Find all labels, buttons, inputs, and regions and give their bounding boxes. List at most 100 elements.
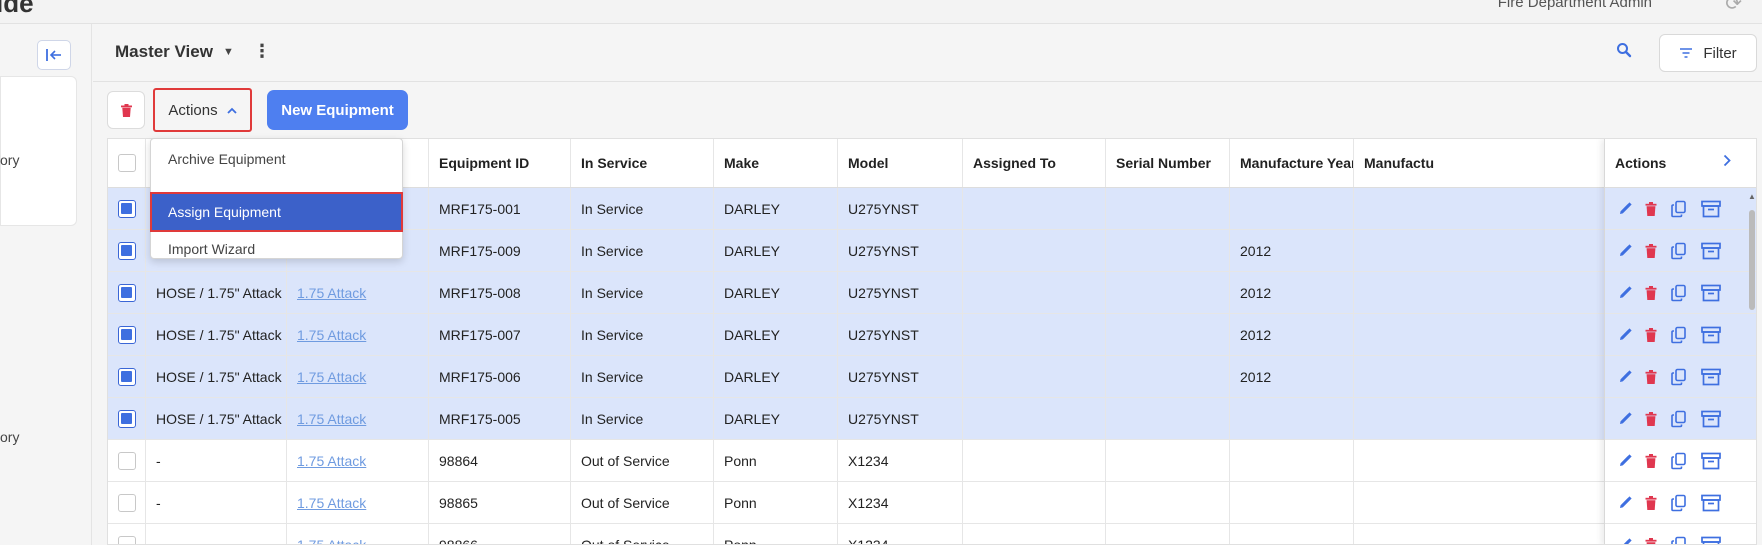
sidebar-item-label[interactable]: ory xyxy=(0,429,19,445)
copy-icon[interactable] xyxy=(1670,326,1688,344)
delete-icon[interactable] xyxy=(1645,369,1657,384)
filter-button[interactable]: Filter xyxy=(1659,34,1757,72)
edit-icon[interactable] xyxy=(1618,369,1632,384)
delete-icon[interactable] xyxy=(1645,453,1657,468)
table-cell[interactable]: 1.75 Attack xyxy=(286,314,428,355)
table-cell[interactable]: 1.75 Attack xyxy=(286,524,428,545)
row-checkbox[interactable] xyxy=(117,409,136,428)
view-title[interactable]: Master View xyxy=(115,42,213,62)
row-select-cell[interactable] xyxy=(108,524,145,544)
column-header[interactable]: Assigned To xyxy=(962,139,1105,187)
row-checkbox[interactable] xyxy=(117,241,136,260)
column-header[interactable]: Make xyxy=(713,139,837,187)
edit-icon[interactable] xyxy=(1618,537,1632,544)
column-header[interactable]: Manufactu xyxy=(1353,139,1604,187)
archive-icon[interactable] xyxy=(1701,326,1721,344)
archive-icon[interactable] xyxy=(1701,242,1721,260)
chevron-right-icon[interactable] xyxy=(1723,154,1731,170)
table-row[interactable]: - 1.75 Attack 98865 Out of Service Ponn X1234 xyxy=(108,482,1756,524)
column-header[interactable]: Equipment ID xyxy=(428,139,570,187)
archive-icon[interactable] xyxy=(1701,284,1721,302)
row-checkbox[interactable] xyxy=(117,325,136,344)
delete-icon[interactable] xyxy=(1645,327,1657,342)
equipment-name-link[interactable]: 1.75 Attack xyxy=(297,537,366,545)
archive-icon[interactable] xyxy=(1701,410,1721,428)
sync-icon[interactable]: ⟳ xyxy=(1725,0,1742,16)
dropdown-item-archive-equipment[interactable]: Archive Equipment xyxy=(151,141,402,177)
equipment-name-link[interactable]: 1.75 Attack xyxy=(297,453,366,469)
delete-icon[interactable] xyxy=(1645,411,1657,426)
equipment-name-link[interactable]: 1.75 Attack xyxy=(297,285,366,301)
copy-icon[interactable] xyxy=(1670,284,1688,302)
row-checkbox[interactable] xyxy=(117,367,136,386)
vertical-scrollbar[interactable]: ▲ xyxy=(1746,188,1756,544)
edit-icon[interactable] xyxy=(1618,453,1632,468)
new-equipment-button[interactable]: New Equipment xyxy=(267,90,408,130)
dropdown-item-assign-equipment[interactable]: Assign Equipment xyxy=(150,192,403,232)
table-row[interactable]: HOSE / 1.75" Attack 1.75 Attack MRF175-008… xyxy=(108,272,1756,314)
view-more-options-icon[interactable]: ⋮ xyxy=(253,42,271,60)
collapse-sidebar-button[interactable] xyxy=(37,40,71,70)
table-cell[interactable]: 1.75 Attack xyxy=(286,482,428,523)
copy-icon[interactable] xyxy=(1670,494,1688,512)
table-row[interactable]: HOSE / 1.75" Attack 1.75 Attack MRF175-005… xyxy=(108,398,1756,440)
equipment-name-link[interactable]: 1.75 Attack xyxy=(297,495,366,511)
archive-icon[interactable] xyxy=(1701,494,1721,512)
delete-icon[interactable] xyxy=(1645,495,1657,510)
row-select-cell[interactable] xyxy=(108,356,145,397)
row-checkbox[interactable] xyxy=(117,283,136,302)
column-header[interactable]: Serial Number xyxy=(1105,139,1229,187)
sidebar-item-label[interactable]: ory xyxy=(0,152,19,168)
table-cell[interactable]: 1.75 Attack xyxy=(286,440,428,481)
select-all-checkbox[interactable] xyxy=(117,154,136,172)
archive-icon[interactable] xyxy=(1701,536,1721,544)
column-header[interactable]: Manufacture Year xyxy=(1229,139,1353,187)
delete-icon[interactable] xyxy=(1645,537,1657,544)
row-select-cell[interactable] xyxy=(108,440,145,481)
column-header[interactable]: In Service xyxy=(570,139,713,187)
row-select-cell[interactable] xyxy=(108,188,145,229)
table-row[interactable]: - 1.75 Attack 98864 Out of Service Ponn X1234 xyxy=(108,440,1756,482)
table-row[interactable]: HOSE / 1.75" Attack 1.75 Attack MRF175-006… xyxy=(108,356,1756,398)
delete-icon[interactable] xyxy=(1645,243,1657,258)
archive-icon[interactable] xyxy=(1701,452,1721,470)
row-checkbox[interactable] xyxy=(117,451,136,470)
scroll-up-arrow-icon[interactable]: ▲ xyxy=(1748,192,1756,201)
search-icon[interactable] xyxy=(1616,42,1632,63)
copy-icon[interactable] xyxy=(1670,368,1688,386)
equipment-name-link[interactable]: 1.75 Attack xyxy=(297,369,366,385)
equipment-name-link[interactable]: 1.75 Attack xyxy=(297,411,366,427)
table-row[interactable]: - 1.75 Attack 98866 Out of Service Ponn X1234 xyxy=(108,524,1756,545)
bulk-delete-button[interactable] xyxy=(107,91,145,129)
copy-icon[interactable] xyxy=(1670,536,1688,544)
copy-icon[interactable] xyxy=(1670,410,1688,428)
copy-icon[interactable] xyxy=(1670,452,1688,470)
edit-icon[interactable] xyxy=(1618,495,1632,510)
actions-dropdown-button[interactable]: Actions xyxy=(153,88,252,132)
row-select-cell[interactable] xyxy=(108,482,145,523)
row-select-cell[interactable] xyxy=(108,230,145,271)
row-checkbox[interactable] xyxy=(117,535,136,544)
table-cell[interactable]: 1.75 Attack xyxy=(286,356,428,397)
scrollbar-thumb[interactable] xyxy=(1749,210,1755,310)
equipment-name-link[interactable]: 1.75 Attack xyxy=(297,327,366,343)
edit-icon[interactable] xyxy=(1618,327,1632,342)
table-row[interactable]: HOSE / 1.75" Attack 1.75 Attack MRF175-007… xyxy=(108,314,1756,356)
table-cell[interactable]: 1.75 Attack xyxy=(286,398,428,439)
copy-icon[interactable] xyxy=(1670,200,1688,218)
view-dropdown-caret-icon[interactable]: ▼ xyxy=(223,46,234,58)
row-checkbox[interactable] xyxy=(117,493,136,512)
archive-icon[interactable] xyxy=(1701,200,1721,218)
edit-icon[interactable] xyxy=(1618,243,1632,258)
copy-icon[interactable] xyxy=(1670,242,1688,260)
edit-icon[interactable] xyxy=(1618,201,1632,216)
user-name-label[interactable]: Fire Department Admin xyxy=(1498,0,1652,11)
edit-icon[interactable] xyxy=(1618,411,1632,426)
table-cell[interactable]: 1.75 Attack xyxy=(286,272,428,313)
dropdown-item-import-wizard[interactable]: Import Wizard xyxy=(151,231,402,267)
select-all-cell[interactable] xyxy=(108,139,145,187)
row-select-cell[interactable] xyxy=(108,272,145,313)
edit-icon[interactable] xyxy=(1618,285,1632,300)
row-checkbox[interactable] xyxy=(117,199,136,218)
delete-icon[interactable] xyxy=(1645,285,1657,300)
